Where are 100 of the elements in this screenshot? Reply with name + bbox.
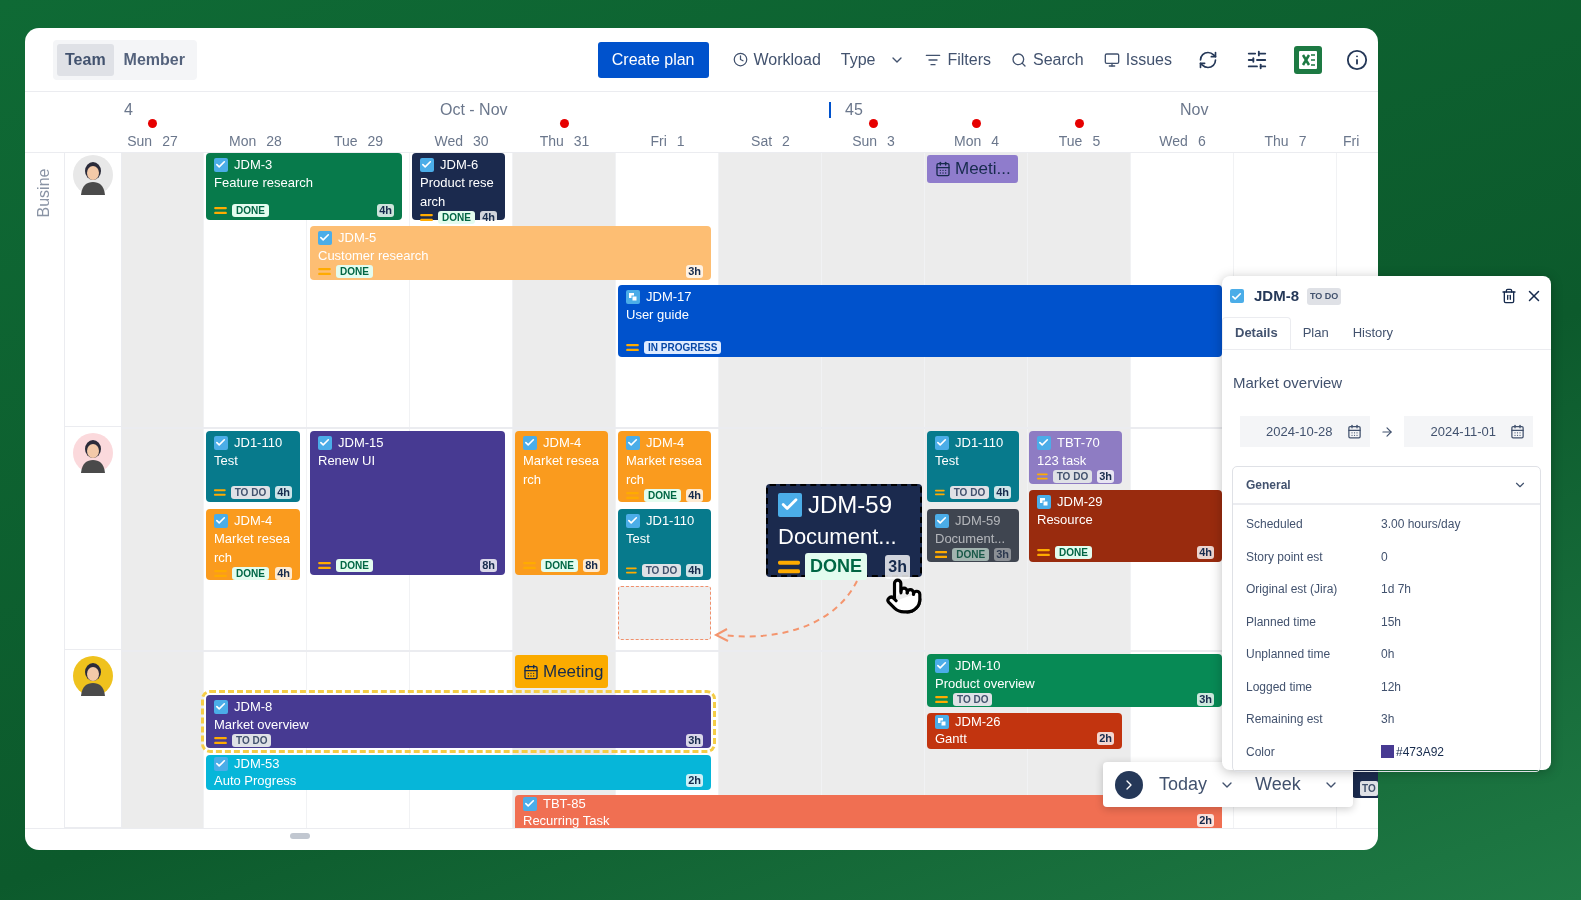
field-label: Story point est [1246, 548, 1324, 566]
checkbox-icon [318, 435, 332, 450]
next-button[interactable] [1115, 770, 1143, 799]
section-header[interactable]: General [1233, 467, 1540, 505]
panel-tab[interactable]: Details [1222, 316, 1291, 349]
task-card[interactable]: TO [1352, 770, 1378, 798]
field-label: Logged time [1246, 678, 1314, 696]
field-label: Original est (Jira) [1246, 581, 1339, 599]
checkbox-icon [318, 230, 332, 245]
task-card[interactable]: JDM-29 Resource DONE 4h [1029, 490, 1222, 562]
status-badge: IN PROGRESS [644, 341, 722, 354]
hours-badge: 2h [1197, 814, 1214, 827]
checkbox-icon [214, 513, 228, 528]
hours-badge: 3h [885, 554, 910, 579]
month-label: Nov [1180, 100, 1209, 120]
toolbar-button[interactable]: Filters [925, 47, 992, 72]
info-icon[interactable] [1346, 48, 1368, 71]
panel-tab[interactable]: Plan [1290, 316, 1341, 349]
weekday-label: Mon [954, 132, 982, 151]
meeting-event[interactable]: Meeti... [927, 155, 1018, 183]
hours-badge: 3h [686, 734, 703, 747]
toolbar-button[interactable]: Issues [1103, 47, 1172, 72]
toolbar-button[interactable]: Type [840, 47, 906, 72]
status-badge: TO DO [953, 693, 993, 706]
settings-icon[interactable] [1246, 48, 1268, 71]
clock-icon [732, 52, 748, 67]
weekday-label: Sun [852, 132, 878, 151]
status-badge: TO DO [232, 734, 272, 747]
calendar-icon [1510, 424, 1525, 439]
field-value: 0 [1381, 548, 1388, 566]
spreadsheet-icon[interactable] [1294, 45, 1322, 74]
status-badge: DONE [336, 559, 373, 572]
create-plan-button[interactable]: Create plan [597, 41, 709, 78]
scrollbar-thumb[interactable] [290, 833, 310, 839]
task-title: User guide [626, 306, 690, 324]
view-tab[interactable]: Member [115, 43, 193, 76]
status-badge: DONE [232, 567, 269, 580]
task-card[interactable]: JDM-5 Customer research DONE 3h [310, 226, 711, 280]
status-badge: DONE [541, 559, 578, 572]
priority-icon [318, 561, 331, 570]
panel-tab[interactable]: History [1340, 316, 1406, 349]
calendar-icon [935, 161, 951, 177]
task-card[interactable]: JDM-26 Gantt 2h [927, 713, 1122, 749]
field-value: 0h [1381, 646, 1395, 664]
task-card[interactable]: JDM-4 Market research DONE 4h [206, 509, 300, 580]
hours-badge: 3h [994, 548, 1011, 561]
issue-key: JDM-15 [338, 434, 384, 451]
task-card[interactable]: JD1-110 Test TO DO 4h [927, 431, 1019, 502]
task-title: Market research [626, 452, 703, 489]
view-tab[interactable]: Team [57, 43, 114, 76]
task-title: Test [626, 530, 651, 548]
status-badge: TO DO [230, 486, 271, 499]
delete-icon[interactable] [1501, 288, 1517, 305]
task-title: Renew UI [318, 452, 377, 470]
week-number: 4 [124, 100, 133, 120]
task-title: Test [935, 452, 960, 470]
task-card[interactable]: JDM-59 Document... DONE 3h [927, 509, 1019, 562]
checkbox-icon [626, 435, 640, 450]
task-card[interactable]: JDM-10 Product overview TO DO 3h [927, 654, 1222, 707]
priority-icon [626, 343, 639, 352]
day-number: 6 [1197, 132, 1206, 151]
task-card[interactable]: JDM-17 User guide IN PROGRESS [618, 285, 1222, 357]
weekday-label: Tue [333, 132, 358, 151]
task-card[interactable]: JDM-4 Market research DONE 4h [618, 431, 711, 502]
task-card[interactable]: JD1-110 Test TO DO 4h [206, 431, 300, 502]
task-card[interactable]: JDM-53 Auto Progress 2h [206, 755, 711, 790]
dragged-task-card[interactable]: JDM-59 Document... DONE 3h [766, 484, 922, 577]
issue-key: JDM-6 [440, 156, 479, 173]
toolbar-button[interactable]: Search [1011, 47, 1084, 72]
task-title: Gantt [935, 730, 967, 747]
task-title: Product overview [935, 675, 1036, 693]
status-badge: DONE [438, 211, 475, 224]
issue-key: JDM-53 [234, 756, 280, 772]
end-date-field[interactable]: 2024-11-01 [1403, 416, 1533, 447]
day-number: 3 [887, 132, 895, 151]
range-dropdown[interactable]: Week [1255, 771, 1339, 798]
task-title: Recurring Task [523, 812, 610, 828]
hours-badge: 4h [377, 204, 394, 217]
issue-key: JD1-110 [955, 434, 1004, 451]
hours-badge: 3h [1097, 470, 1114, 483]
task-card[interactable]: TBT-85 Recurring Task 2h [515, 795, 1222, 828]
checkbox-icon [1037, 435, 1051, 450]
task-card[interactable]: JD1-110 Test TO DO 4h [618, 509, 711, 580]
task-card[interactable]: JDM-15 Renew UI DONE 8h [310, 431, 505, 575]
task-card[interactable]: TBT-70 123 task TO DO 3h [1029, 431, 1122, 484]
refresh-icon[interactable] [1198, 49, 1218, 70]
week-number: 45 [845, 100, 863, 120]
day-number: 1 [676, 132, 685, 151]
task-card[interactable]: JDM-3 Feature research DONE 4h [206, 153, 402, 220]
start-date-field[interactable]: 2024-10-28 [1240, 416, 1370, 447]
issue-key: JDM-59 [955, 512, 1001, 529]
priority-icon [626, 566, 637, 575]
meeting-event[interactable]: Meeting [515, 655, 608, 688]
task-card[interactable]: JDM-4 Market research DONE 8h [515, 431, 608, 575]
toolbar-button[interactable]: Workload [732, 47, 821, 72]
today-dropdown[interactable]: Today [1159, 771, 1236, 798]
priority-icon [1037, 548, 1050, 557]
task-title: Test [214, 452, 239, 470]
checkbox-icon [214, 757, 228, 771]
issue-key: JD1-110 [234, 434, 283, 451]
